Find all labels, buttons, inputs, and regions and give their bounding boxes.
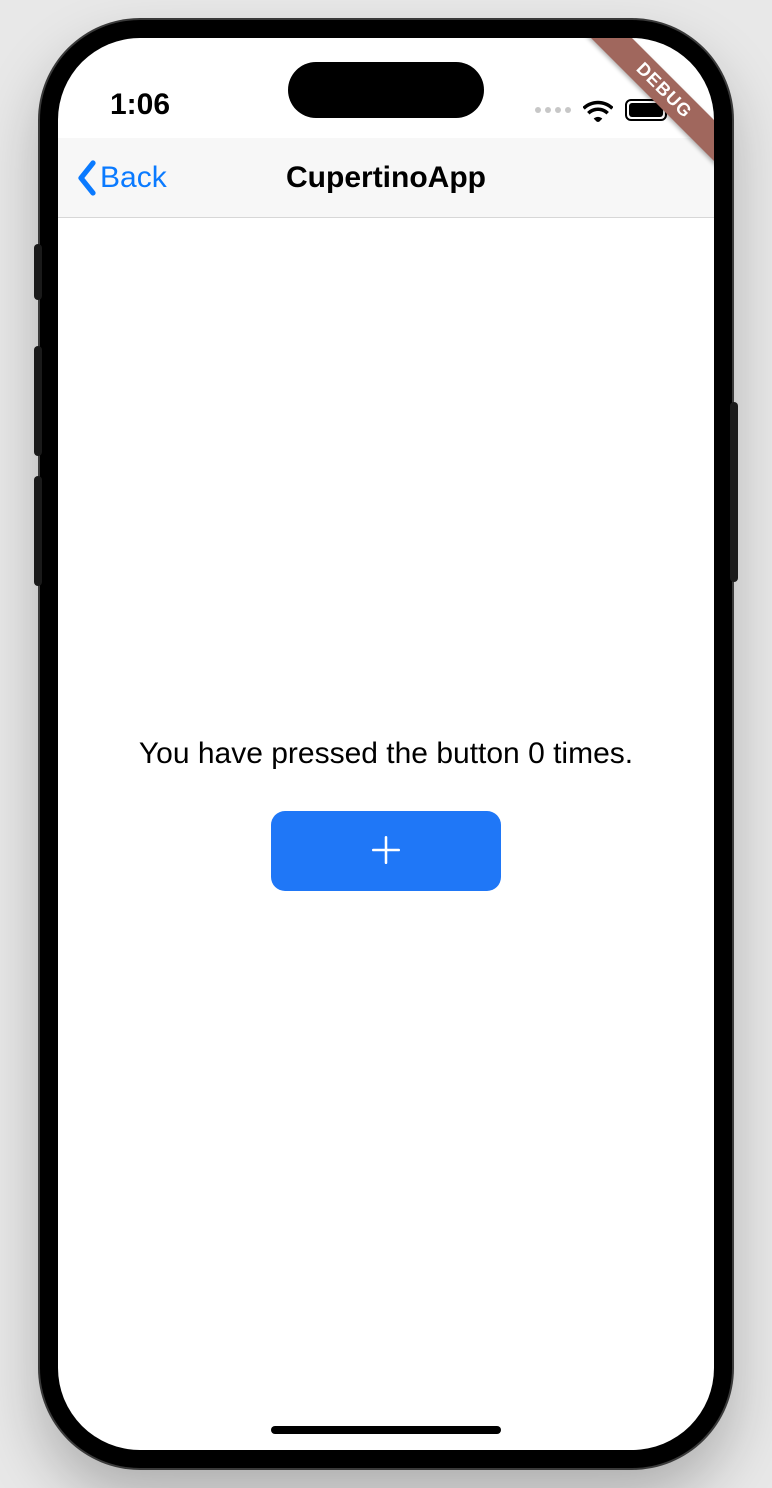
cellular-icon: [535, 107, 571, 113]
navigation-bar: Back CupertinoApp: [58, 138, 714, 218]
dynamic-island: [288, 62, 484, 118]
screen: DEBUG 1:06: [58, 38, 714, 1450]
increment-button[interactable]: [271, 811, 501, 891]
status-indicators: [535, 98, 672, 122]
chevron-left-icon: [76, 160, 98, 196]
back-button[interactable]: Back: [70, 154, 173, 202]
page-title: CupertinoApp: [286, 161, 486, 195]
counter-label: You have pressed the button 0 times.: [139, 737, 633, 771]
device-frame: DEBUG 1:06: [40, 20, 732, 1468]
wifi-icon: [583, 98, 613, 122]
back-button-label: Back: [100, 161, 167, 195]
side-button-volume-up: [34, 346, 42, 456]
side-button-volume-down: [34, 476, 42, 586]
side-button-silence: [34, 244, 42, 300]
home-indicator[interactable]: [271, 1426, 501, 1434]
side-button-power: [730, 402, 738, 582]
plus-icon: [369, 833, 403, 870]
status-time: 1:06: [110, 88, 170, 122]
main-content: You have pressed the button 0 times.: [58, 218, 714, 1410]
home-indicator-area: [58, 1410, 714, 1450]
